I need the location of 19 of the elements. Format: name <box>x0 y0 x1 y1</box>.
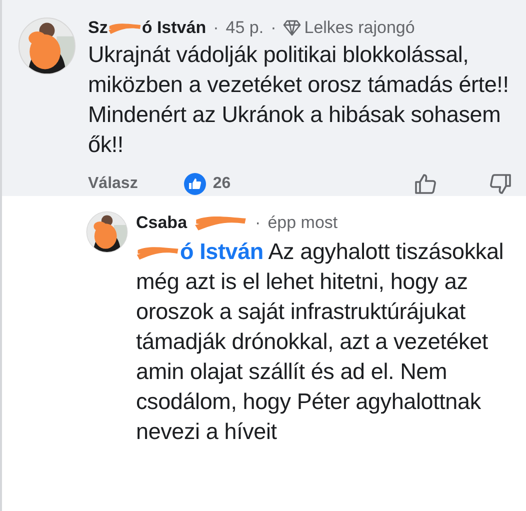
reply-text: ó István Az agyhalott tiszásokkal még azt is el lehet hitetni, hogy az oroszok a saját infrastruktúrájukat támadják drónokkal, azt a vezetéket amin olajat szállít és ad el. Nem csodálom, hogy Péter agyhalottnak nevezi a híveit <box>136 238 505 446</box>
redaction-mark <box>136 244 180 262</box>
author-name[interactable]: ó István <box>142 18 206 38</box>
badge-label: Lelkes rajongó <box>304 18 415 38</box>
timestamp: 45 p. <box>226 18 264 38</box>
thumbs-down-icon[interactable] <box>488 172 512 196</box>
comment-text: Ukrajnát vádolják politikai blokkolással, miközben a vezetéket orosz támadás érte!! Mindenért az Ukránok a hibásak sohasem ők!! <box>88 41 510 159</box>
author-name[interactable]: Sz <box>88 18 108 38</box>
mention-link[interactable]: ó István <box>180 239 264 264</box>
reply-link[interactable]: Válasz <box>88 175 138 193</box>
timestamp: épp most <box>268 213 338 233</box>
separator-dot: · <box>213 18 219 38</box>
reaction-count: 26 <box>212 175 231 193</box>
separator-dot: · <box>255 213 261 233</box>
diamond-icon <box>283 20 302 36</box>
redaction-mark <box>108 20 142 36</box>
thumbs-up-icon[interactable] <box>414 172 438 196</box>
separator-dot: · <box>270 18 276 38</box>
author-name[interactable]: Csaba <box>136 213 188 233</box>
